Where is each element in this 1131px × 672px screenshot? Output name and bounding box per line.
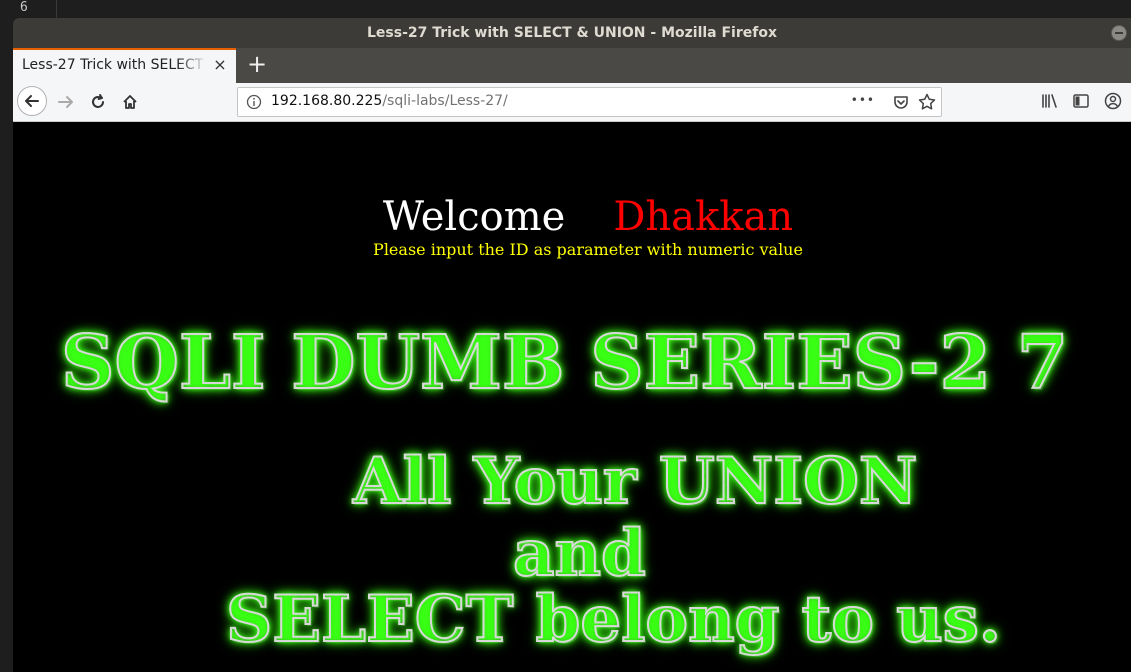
library-icon[interactable] (1039, 91, 1059, 111)
arrow-left-icon (25, 95, 39, 107)
banner-title: SQLI DUMB SERIES-2 7 (60, 319, 1069, 407)
url-text[interactable]: 192.168.80.225/sqli-labs/Less-27/ (271, 93, 508, 109)
firefox-window: Less-27 Trick with SELECT & UNION - Mozi… (13, 18, 1131, 672)
banner-line-select: SELECT belong to us. (225, 581, 1002, 658)
new-tab-button[interactable]: + (243, 50, 271, 78)
banner-line-union: All Your UNION (352, 443, 918, 520)
tab-label: Less-27 Trick with SELECT & UNION (22, 57, 207, 73)
welcome-text: Welcome (382, 194, 566, 240)
title-bar: Less-27 Trick with SELECT & UNION - Mozi… (13, 18, 1131, 48)
input-hint: Please input the ID as parameter with nu… (373, 240, 803, 259)
window-title: Less-27 Trick with SELECT & UNION - Mozi… (366, 25, 777, 41)
forward-button[interactable] (51, 87, 81, 117)
account-icon[interactable] (1103, 91, 1123, 111)
banner-line-and: and (512, 515, 647, 592)
tab-close-button[interactable]: × (211, 56, 229, 74)
back-button[interactable] (17, 86, 47, 116)
url-host: 192.168.80.225 (271, 93, 383, 109)
minimize-icon (1115, 32, 1123, 34)
tab-bar: Less-27 Trick with SELECT & UNION × + (13, 48, 1131, 83)
page-content: Welcome Dhakkan Please input the ID as pa… (13, 122, 1131, 672)
sidebar-icon[interactable] (1071, 91, 1091, 111)
info-icon[interactable] (246, 94, 262, 110)
minimize-button[interactable] (1111, 25, 1127, 41)
reload-icon (92, 94, 104, 108)
home-button[interactable] (115, 87, 145, 117)
arrow-right-icon (58, 96, 73, 108)
home-icon (123, 95, 137, 109)
welcome-heading: Welcome Dhakkan (13, 194, 1131, 240)
pocket-icon[interactable] (891, 92, 911, 112)
page-actions-menu[interactable]: ••• (851, 93, 875, 107)
line-number: 6 (20, 0, 28, 15)
welcome-name: Dhakkan (613, 194, 794, 240)
url-path: /sqli-labs/Less-27/ (382, 93, 508, 109)
reload-button[interactable] (83, 87, 113, 117)
tab-less-27[interactable]: Less-27 Trick with SELECT & UNION × (13, 48, 236, 83)
navigation-toolbar: 192.168.80.225/sqli-labs/Less-27/ ••• (13, 83, 1131, 122)
bookmark-star-icon[interactable] (917, 92, 937, 112)
address-bar[interactable]: 192.168.80.225/sqli-labs/Less-27/ ••• (237, 87, 942, 117)
